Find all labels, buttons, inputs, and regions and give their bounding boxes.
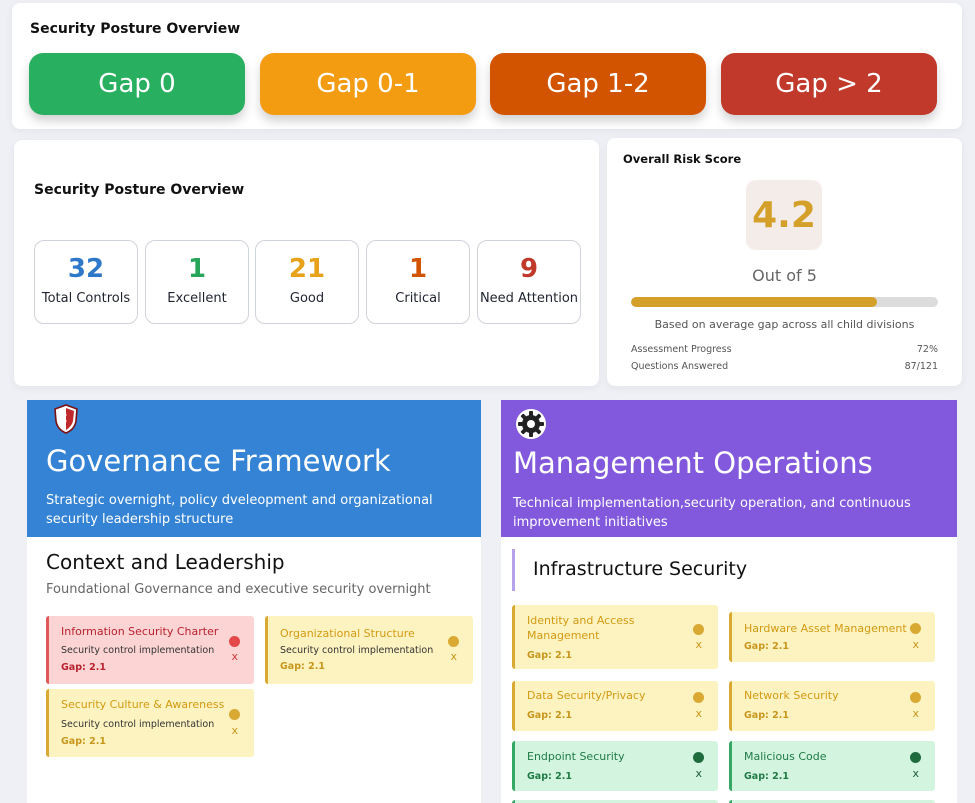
context-leadership-desc: Foundational Governance and executive se…: [46, 582, 431, 597]
status-dot-icon: [229, 636, 240, 647]
stat-label: Need Attention: [479, 291, 579, 306]
risk-basis-text: Based on average gap across all child di…: [654, 318, 915, 331]
management-column: Management Operations Technical implemen…: [501, 400, 957, 803]
control-card[interactable]: Information Security Charter Security co…: [46, 616, 254, 684]
stat-good[interactable]: 21 Good: [255, 240, 359, 324]
status-dot-icon: [693, 624, 704, 635]
risk-score-panel: Overall Risk Score 4.2 Out of 5 Based on…: [607, 138, 962, 386]
control-title: Identity and Access Management: [527, 614, 635, 642]
context-leadership-title: Context and Leadership: [46, 550, 285, 574]
management-header: Management Operations Technical implemen…: [501, 400, 957, 537]
legend-title: Security Posture Overview: [30, 21, 241, 37]
remove-icon[interactable]: x: [450, 650, 457, 663]
assessment-progress-row: Assessment Progress 72%: [631, 344, 938, 355]
remove-icon[interactable]: x: [695, 707, 702, 720]
stat-value: 9: [519, 254, 539, 284]
control-card[interactable]: Data Security/Privacy Gap: 2.1 x: [512, 681, 718, 731]
questions-answered-value: 87/121: [904, 361, 938, 372]
status-dot-icon: [229, 709, 240, 720]
control-title: Malicious Code: [744, 750, 827, 763]
control-gap: Gap: 2.1: [280, 661, 325, 672]
control-gap: Gap: 2.1: [744, 641, 789, 652]
stat-value: 1: [408, 254, 428, 284]
remove-icon[interactable]: x: [695, 638, 702, 651]
control-title: Endpoint Security: [527, 750, 625, 763]
control-gap: Gap: 2.1: [744, 771, 789, 782]
risk-out-of: Out of 5: [752, 266, 817, 285]
stat-value: 21: [288, 254, 326, 284]
control-card[interactable]: Network Security Gap: 2.1 x: [729, 681, 935, 731]
gap-1-2-button[interactable]: Gap 1-2: [490, 53, 706, 115]
remove-icon[interactable]: x: [912, 707, 919, 720]
infrastructure-security-title: Infrastructure Security: [533, 558, 748, 580]
control-gap: Gap: 2.1: [527, 650, 572, 661]
stat-excellent[interactable]: 1 Excellent: [145, 240, 249, 324]
questions-answered-label: Questions Answered: [631, 361, 729, 372]
status-dot-icon: [910, 752, 921, 763]
governance-column: Governance Framework Strategic overnight…: [27, 400, 481, 803]
gear-icon: [515, 408, 547, 440]
stat-label: Excellent: [167, 291, 227, 306]
remove-icon[interactable]: x: [912, 638, 919, 651]
management-title: Management Operations: [513, 446, 873, 480]
control-desc: Security control implementation: [280, 645, 434, 656]
shield-icon: [53, 404, 79, 434]
status-dot-icon: [910, 623, 921, 634]
control-gap: Gap: 2.1: [744, 710, 789, 721]
stat-value: 1: [187, 254, 207, 284]
status-dot-icon: [693, 752, 704, 763]
control-title: Security Culture & Awareness: [61, 698, 225, 711]
control-title: Hardware Asset Management: [744, 622, 907, 635]
management-description: Technical implementation,security operat…: [513, 496, 911, 530]
control-card[interactable]: Security Culture & Awareness Security co…: [46, 689, 254, 757]
control-gap: Gap: 2.1: [527, 710, 572, 721]
gap-over-2-button[interactable]: Gap > 2: [721, 53, 937, 115]
status-dot-icon: [910, 692, 921, 703]
governance-description: Strategic overnight, policy dveleopment …: [46, 493, 433, 527]
control-gap: Gap: 2.1: [527, 771, 572, 782]
control-gap: Gap: 2.1: [61, 736, 106, 747]
governance-title: Governance Framework: [46, 444, 391, 478]
posture-overview-panel: Security Posture Overview 32 Total Contr…: [14, 140, 599, 386]
remove-icon[interactable]: x: [231, 650, 238, 663]
control-card[interactable]: Malicious Code Gap: 2.1 x: [729, 741, 935, 791]
control-title: Data Security/Privacy: [527, 689, 646, 702]
control-desc: Security control implementation: [61, 719, 215, 730]
control-card[interactable]: Organizational Structure Security contro…: [265, 616, 473, 684]
stat-label: Good: [289, 291, 325, 306]
stat-need-attention[interactable]: 9 Need Attention: [477, 240, 581, 324]
control-title: Network Security: [744, 689, 839, 702]
status-dot-icon: [693, 692, 704, 703]
gap-0-button[interactable]: Gap 0: [29, 53, 245, 115]
remove-icon[interactable]: x: [231, 724, 238, 737]
control-gap: Gap: 2.1: [61, 662, 106, 673]
control-desc: Security control implementation: [61, 645, 215, 656]
gap-0-1-button[interactable]: Gap 0-1: [260, 53, 476, 115]
risk-score: 4.2: [746, 180, 822, 250]
control-card[interactable]: Identity and Access Management Gap: 2.1 …: [512, 605, 718, 669]
gap-legend-panel: Security Posture Overview Gap 0 Gap 0-1 …: [12, 3, 962, 129]
stat-value: 32: [67, 254, 105, 284]
risk-progress-fill: [631, 297, 877, 307]
stat-label: Total Controls: [41, 291, 131, 306]
overview-title: Security Posture Overview: [34, 182, 245, 198]
questions-answered-row: Questions Answered 87/121: [631, 361, 938, 372]
assessment-progress-value: 72%: [916, 344, 938, 355]
remove-icon[interactable]: x: [695, 767, 702, 780]
governance-header: Governance Framework Strategic overnight…: [27, 400, 481, 537]
control-title: Information Security Charter: [61, 625, 219, 638]
control-title: Organizational Structure: [280, 627, 415, 640]
remove-icon[interactable]: x: [912, 767, 919, 780]
risk-progress-bar: [631, 297, 938, 307]
stat-critical[interactable]: 1 Critical: [366, 240, 470, 324]
stat-total-controls[interactable]: 32 Total Controls: [34, 240, 138, 324]
control-card[interactable]: Endpoint Security Gap: 2.1 x: [512, 741, 718, 791]
status-dot-icon: [448, 636, 459, 647]
assessment-progress-label: Assessment Progress: [631, 344, 732, 355]
risk-title: Overall Risk Score: [623, 152, 742, 166]
control-card[interactable]: Hardware Asset Management Gap: 2.1 x: [729, 612, 935, 662]
stat-label: Critical: [395, 291, 441, 306]
section-accent: [512, 549, 515, 591]
